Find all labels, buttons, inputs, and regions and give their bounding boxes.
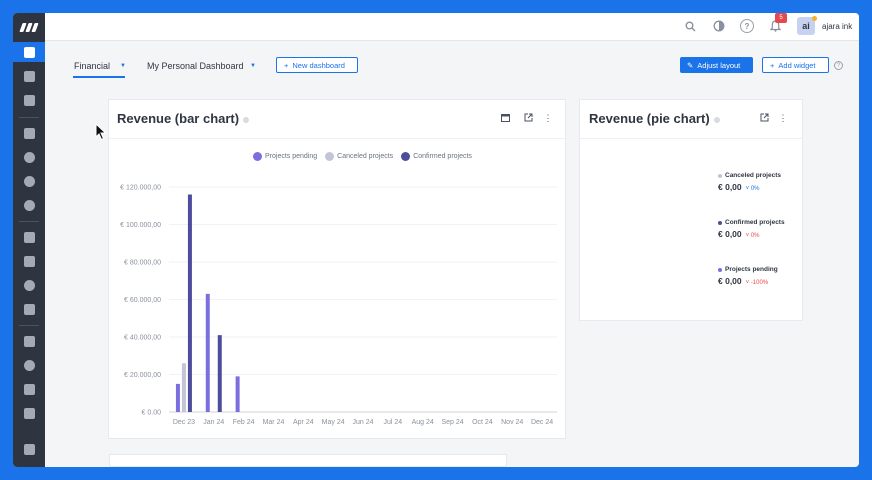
pie-item-label: Confirmed projects [725, 219, 785, 226]
legend-swatch [718, 220, 722, 225]
rail-divider [19, 221, 39, 222]
bar-projects-pending [205, 293, 210, 412]
pie-item-change: ˅ 0% [745, 186, 760, 192]
x-tick-label: Jun 24 [352, 419, 373, 426]
pie-legend-item: Projects pending € 0,00 ˅ -100% [718, 266, 778, 286]
shapes-icon[interactable] [13, 227, 45, 247]
x-tick-label: Apr 24 [293, 419, 314, 426]
chevron-down-icon[interactable]: ▼ [120, 63, 126, 69]
x-tick-label: Aug 24 [412, 419, 434, 426]
next-widget-card [109, 454, 507, 467]
bar-confirmed-projects [217, 335, 222, 412]
x-tick-label: Nov 24 [501, 419, 523, 426]
app-window: ? 5 ai ajara ink Financial ▼ My Personal… [13, 13, 859, 467]
app-logo[interactable] [13, 13, 45, 41]
add-widget-button[interactable]: + Add widget [762, 57, 829, 73]
building-icon[interactable] [13, 90, 45, 110]
x-tick-label: Dec 24 [531, 419, 553, 426]
y-tick-label: € 40.000,00 [124, 335, 161, 342]
table-icon[interactable] [13, 123, 45, 143]
pie-item-value: € 0,00 [718, 182, 742, 192]
new-dashboard-button[interactable]: + New dashboard [276, 57, 358, 73]
rail-divider [19, 325, 39, 326]
more-vertical-icon[interactable]: ⋮ [778, 113, 788, 123]
dashboard-toolbar: Financial ▼ My Personal Dashboard ▼ + Ne… [45, 41, 859, 81]
y-tick-label: € 100.000,00 [120, 222, 161, 229]
avatar-status-dot [812, 16, 817, 21]
checkbox-icon[interactable] [13, 331, 45, 351]
y-tick-label: € 80.000,00 [124, 260, 161, 267]
pie-item-change: ˅ -100% [745, 280, 769, 286]
x-tick-label: Sep 24 [441, 419, 463, 426]
adjust-layout-label: Adjust layout [697, 60, 741, 70]
pie-item-change: ˅ 0% [745, 233, 760, 239]
pie-item-value: € 0,00 [718, 229, 742, 239]
chevron-down-icon[interactable]: ▼ [250, 63, 256, 69]
pie-item-label: Projects pending [725, 266, 778, 273]
y-tick-label: € 60.000,00 [124, 297, 161, 304]
pie-legend-item: Canceled projects € 0,00 ˅ 0% [718, 172, 781, 192]
pie-legend-item: Confirmed projects € 0,00 ˅ 0% [718, 219, 785, 239]
dollar-icon[interactable] [13, 195, 45, 215]
user-circle-icon[interactable] [13, 147, 45, 167]
pie-item-label: Canceled projects [725, 172, 781, 179]
bar-projects-pending [175, 383, 180, 412]
search-icon[interactable] [683, 19, 697, 33]
team-icon[interactable] [13, 275, 45, 295]
plus-icon: + [770, 60, 775, 70]
top-bar: ? 5 ai ajara ink [45, 13, 859, 41]
notification-badge: 5 [775, 13, 787, 23]
plus-icon: + [284, 60, 289, 70]
x-tick-label: May 24 [322, 419, 345, 426]
x-tick-label: Feb 24 [233, 419, 255, 426]
bar-confirmed-projects [187, 194, 192, 412]
x-tick-label: Jan 24 [203, 419, 224, 426]
side-navigation [13, 13, 45, 467]
bar-canceled-projects [181, 363, 186, 412]
chat-icon[interactable] [13, 439, 45, 459]
wrench-icon[interactable] [13, 379, 45, 399]
tab-my-personal-dashboard[interactable]: My Personal Dashboard [147, 61, 244, 71]
help-icon[interactable]: ? [834, 61, 843, 70]
dashboard-icon[interactable] [13, 42, 45, 62]
calendar-icon[interactable] [13, 66, 45, 86]
x-tick-label: Oct 24 [472, 419, 493, 426]
tab-financial[interactable]: Financial [74, 61, 110, 71]
add-widget-label: Add widget [778, 60, 816, 70]
active-tab-indicator [73, 76, 125, 78]
x-tick-label: Dec 23 [173, 419, 195, 426]
y-tick-label: € 20.000,00 [124, 372, 161, 379]
rail-divider [19, 117, 39, 118]
x-tick-label: Mar 24 [263, 419, 285, 426]
info-dot-icon[interactable] [713, 116, 720, 123]
revenue-pie-chart-card: Revenue (pie chart) ⋮ Canceled projects … [579, 99, 804, 321]
adjust-layout-button[interactable]: ✎ Adjust layout [680, 57, 753, 73]
pencil-icon: ✎ [687, 60, 694, 70]
image-icon[interactable] [13, 403, 45, 423]
pie-item-value: € 0,00 [718, 276, 742, 286]
card-title-text: Revenue (pie chart) [589, 111, 710, 126]
card-title: Revenue (pie chart) [589, 111, 720, 126]
truck-icon[interactable] [13, 299, 45, 319]
clock-icon[interactable] [13, 355, 45, 375]
revenue-bar-chart: € 0.00 € 20.000,00 € 40.000,00 € 60.000,00 €… [120, 185, 557, 426]
legend-swatch [718, 173, 722, 178]
card-divider [580, 138, 804, 139]
mouse-cursor-icon [95, 123, 107, 141]
legend-swatch [718, 267, 722, 272]
revenue-bar-chart-card: Revenue (bar chart) ⋮ Projects pending C… [108, 99, 567, 439]
company-name[interactable]: ajara ink [822, 22, 852, 31]
external-link-icon[interactable] [759, 113, 769, 123]
analytics-icon[interactable] [13, 171, 45, 191]
new-dashboard-label: New dashboard [292, 60, 345, 70]
contact-card-icon[interactable] [13, 251, 45, 271]
bar-projects-pending [235, 376, 240, 412]
y-tick-label: € 0.00 [142, 410, 162, 417]
x-tick-label: Jul 24 [384, 419, 403, 426]
help-icon[interactable]: ? [740, 19, 754, 33]
theme-icon[interactable] [712, 19, 726, 33]
y-tick-label: € 120.000,00 [120, 185, 161, 192]
